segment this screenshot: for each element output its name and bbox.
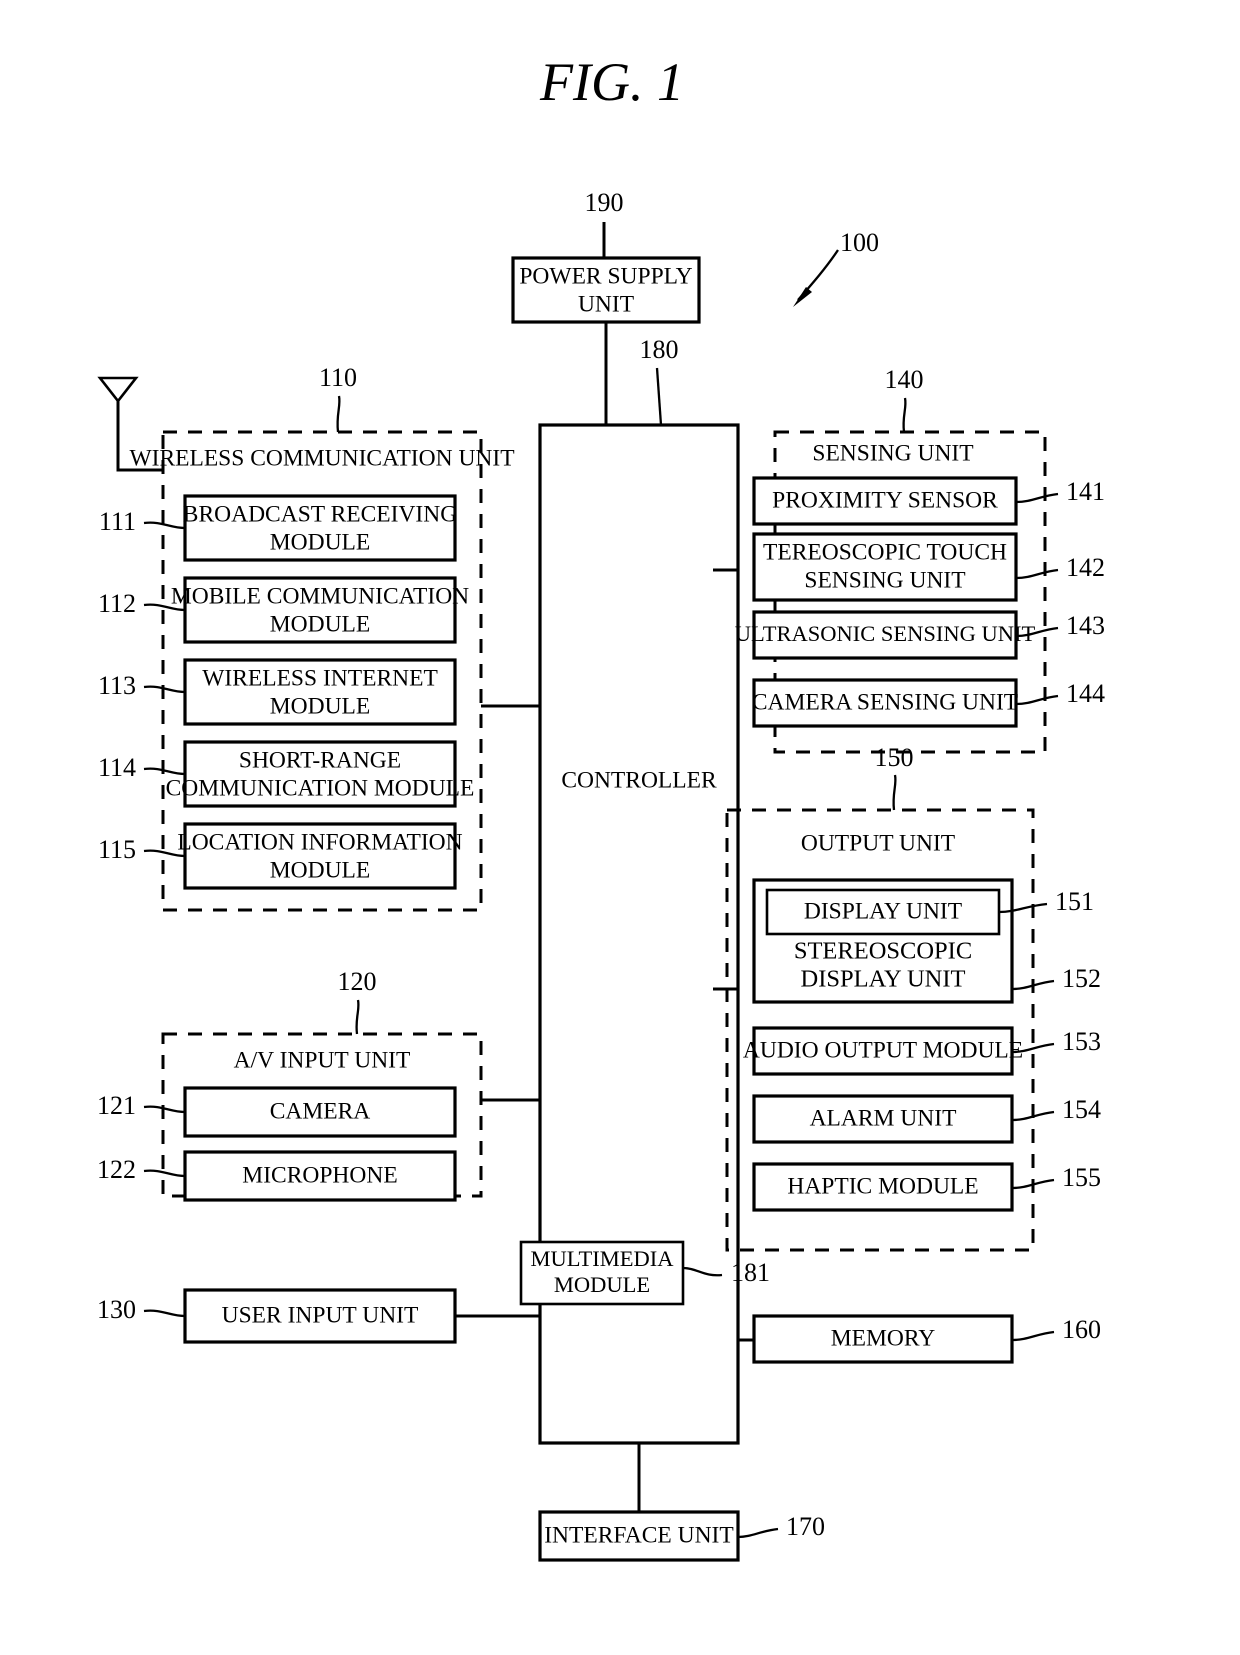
leader-142 (1015, 568, 1059, 580)
controller-label: CONTROLLER (561, 767, 717, 793)
power-supply-label-line1: POWER SUPPLY (519, 263, 692, 289)
figure-title: FIG. 1 (539, 52, 684, 112)
alarm-unit-label: ALARM UNIT (810, 1105, 957, 1131)
ultrasonic-sensing-unit-label: ULTRASONIC SENSING UNIT (735, 621, 1036, 646)
interface-unit-label: INTERFACE UNIT (544, 1522, 734, 1548)
leader-140 (902, 397, 907, 433)
ref-190: 190 (585, 188, 624, 217)
stereoscopic-touch-sensing-line2: SENSING UNIT (804, 567, 965, 593)
leader-144 (1015, 694, 1059, 706)
arrowhead-100-icon (793, 287, 812, 307)
sensing-unit-title: SENSING UNIT (812, 440, 973, 466)
ref-144: 144 (1066, 679, 1105, 708)
leader-110 (336, 395, 341, 433)
ref-170: 170 (786, 1512, 825, 1541)
leader-170 (737, 1527, 779, 1539)
broadcast-receiving-module-line1: BROADCAST RECEIVING (183, 501, 457, 527)
ref-153: 153 (1062, 1027, 1101, 1056)
ref-111: 111 (99, 507, 136, 536)
haptic-module-label: HAPTIC MODULE (787, 1173, 978, 1199)
leader-150 (892, 774, 897, 811)
ref-180: 180 (640, 335, 679, 364)
leader-120 (355, 999, 360, 1035)
memory-label: MEMORY (831, 1325, 935, 1351)
ref-120: 120 (338, 967, 377, 996)
mobile-communication-module-line2: MODULE (270, 611, 371, 637)
ref-151: 151 (1055, 887, 1094, 916)
ref-113: 113 (98, 671, 136, 700)
stereoscopic-display-line2: DISPLAY UNIT (801, 966, 966, 993)
ref-140: 140 (885, 365, 924, 394)
patent-figure-block-diagram: FIG. 1 190 POWER SUPPLY UNIT 100 180 CON… (97, 52, 1105, 1562)
av-input-unit-title: A/V INPUT UNIT (234, 1047, 411, 1073)
wireless-communication-unit-title: WIRELESS COMMUNICATION UNIT (129, 445, 514, 471)
leader-180 (655, 367, 663, 426)
camera-sensing-unit-label: CAMERA SENSING UNIT (752, 689, 1018, 715)
ref-154: 154 (1062, 1095, 1101, 1124)
ref-121: 121 (97, 1091, 136, 1120)
display-unit-label: DISPLAY UNIT (804, 898, 962, 924)
ref-100: 100 (840, 228, 879, 257)
leader-160 (1011, 1330, 1055, 1342)
proximity-sensor-label: PROXIMITY SENSOR (772, 487, 998, 513)
audio-output-module-label: AUDIO OUTPUT MODULE (743, 1037, 1023, 1063)
leader-122 (143, 1169, 186, 1178)
wireless-internet-module-line1: WIRELESS INTERNET (202, 665, 438, 691)
ref-130: 130 (97, 1295, 136, 1324)
ref-141: 141 (1066, 477, 1105, 506)
microphone-label: MICROPHONE (242, 1162, 397, 1188)
short-range-communication-module-line2: COMMUNICATION MODULE (166, 775, 475, 801)
user-input-unit-label: USER INPUT UNIT (222, 1302, 419, 1328)
location-information-module-line1: LOCATION INFORMATION (177, 829, 462, 855)
ref-122: 122 (97, 1155, 136, 1184)
ref-152: 152 (1062, 964, 1101, 993)
wireless-internet-module-line2: MODULE (270, 693, 371, 719)
camera-label: CAMERA (270, 1098, 371, 1124)
output-unit-title: OUTPUT UNIT (801, 830, 955, 856)
ref-112: 112 (98, 589, 136, 618)
ref-110: 110 (319, 363, 357, 392)
ref-181: 181 (731, 1258, 770, 1287)
mobile-communication-module-line1: MOBILE COMMUNICATION (171, 583, 469, 609)
ref-150: 150 (875, 743, 914, 772)
ref-155: 155 (1062, 1163, 1101, 1192)
multimedia-label-line1: MULTIMEDIA (531, 1246, 675, 1271)
broadcast-receiving-module-line2: MODULE (270, 529, 371, 555)
stereoscopic-touch-sensing-line1: TEREOSCOPIC TOUCH (763, 539, 1007, 565)
leader-111 (143, 521, 186, 530)
stereoscopic-display-line1: STEREOSCOPIC (794, 938, 972, 965)
ref-143: 143 (1066, 611, 1105, 640)
multimedia-label-line2: MODULE (554, 1272, 650, 1297)
ref-115: 115 (98, 835, 136, 864)
leader-130 (143, 1309, 186, 1318)
leader-141 (1015, 492, 1059, 504)
location-information-module-line2: MODULE (270, 857, 371, 883)
short-range-communication-module-line1: SHORT-RANGE (239, 747, 401, 773)
ref-160: 160 (1062, 1315, 1101, 1344)
power-supply-label-line2: UNIT (578, 291, 634, 317)
ref-114: 114 (98, 753, 136, 782)
ref-142: 142 (1066, 553, 1105, 582)
